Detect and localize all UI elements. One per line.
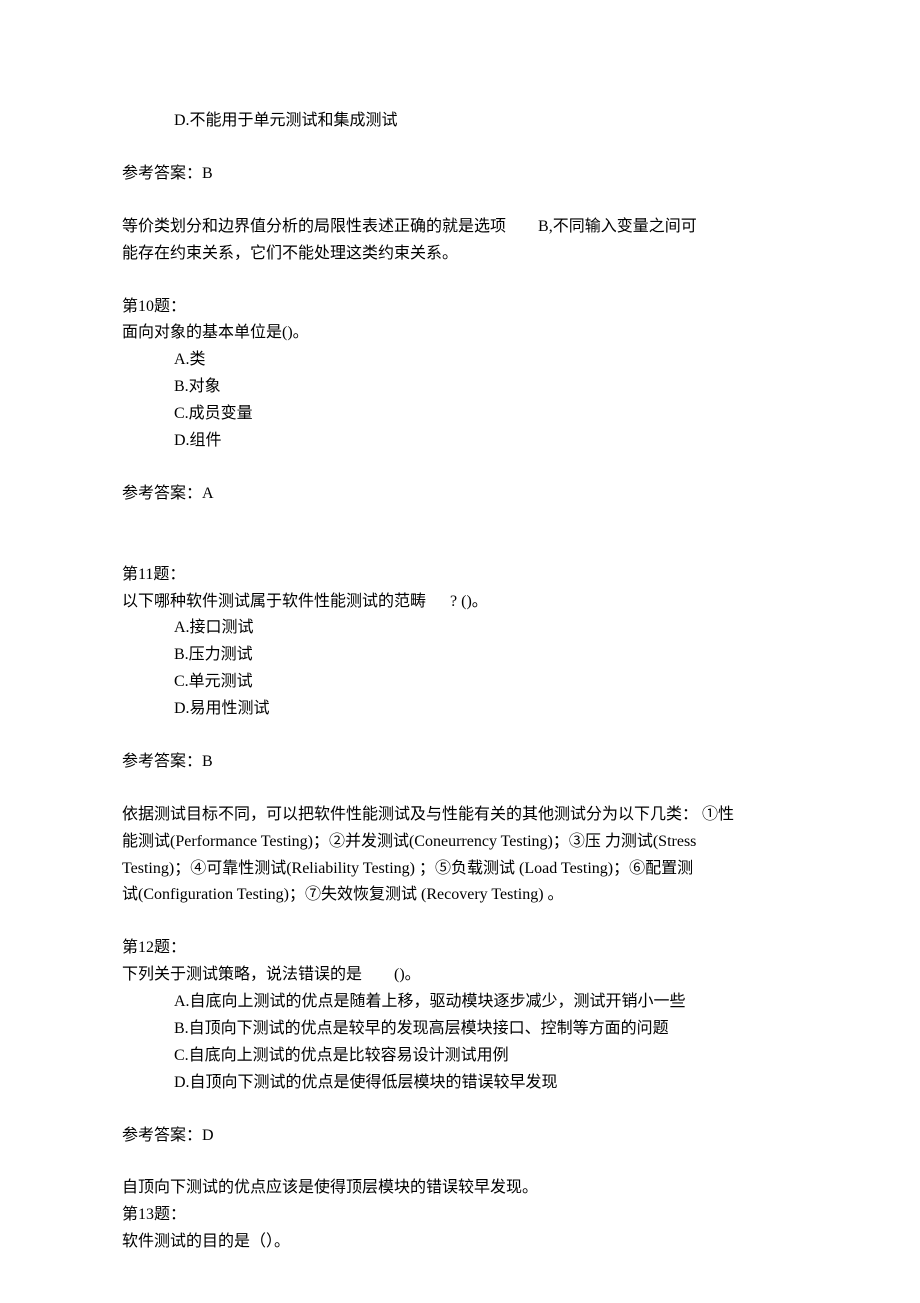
explanation-line: 能测试(Performance Testing)；②并发测试(Coneurren… [122,829,802,856]
question-stem: 面向对象的基本单位是()。 [122,320,802,347]
option-b: B.自顶向下测试的优点是较早的发现高层模块接口、控制等方面的问题 [122,1016,802,1043]
option-d: D.易用性测试 [122,696,802,723]
answer-line: 参考答案：B [122,161,802,188]
option-a: A.接口测试 [122,615,802,642]
option-a: A.类 [122,347,802,374]
stem-part-b: ? ()。 [450,593,488,610]
option-b: B.压力测试 [122,642,802,669]
option-d: D.自顶向下测试的优点是使得低层模块的错误较早发现 [122,1070,802,1097]
stem-part-a: 下列关于测试策略，说法错误的是 [122,966,362,983]
question-title: 第12题： [122,935,802,962]
answer-line: 参考答案：A [122,481,802,508]
stem-part-a: 以下哪种软件测试属于软件性能测试的范畴 [122,593,426,610]
option-d: D.不能用于单元测试和集成测试 [122,108,802,135]
option-d: D.组件 [122,428,802,455]
explanation-line: 依据测试目标不同，可以把软件性能测试及与性能有关的其他测试分为以下几类： ①性 [122,802,802,829]
question-stem: 软件测试的目的是（）。 [122,1229,802,1256]
question-title: 第11题： [122,562,802,589]
explanation-line: 能存在约束关系，它们不能处理这类约束关系。 [122,241,802,268]
option-b: B.对象 [122,374,802,401]
question-stem: 下列关于测试策略，说法错误的是 ()。 [122,962,802,989]
answer-line: 参考答案：D [122,1123,802,1150]
question-title: 第10题： [122,294,802,321]
option-c: C.成员变量 [122,401,802,428]
explanation-line: 试(Configuration Testing)；⑦失效恢复测试 (Recove… [122,882,802,909]
question-title: 第13题： [122,1202,802,1229]
explanation-line: 等价类划分和边界值分析的局限性表述正确的就是选项 B,不同输入变量之间可 [122,214,802,241]
explanation-line: Testing)；④可靠性测试(Reliability Testing) ；⑤负… [122,856,802,883]
option-c: C.自底向上测试的优点是比较容易设计测试用例 [122,1043,802,1070]
answer-line: 参考答案：B [122,749,802,776]
document-page: D.不能用于单元测试和集成测试 参考答案：B 等价类划分和边界值分析的局限性表述… [0,0,920,1303]
explanation-part-b: B,不同输入变量之间可 [538,218,697,235]
option-c: C.单元测试 [122,669,802,696]
explanation-line: 自顶向下测试的优点应该是使得顶层模块的错误较早发现。 [122,1175,802,1202]
option-a: A.自底向上测试的优点是随着上移，驱动模块逐步减少，测试开销小一些 [122,989,802,1016]
question-stem: 以下哪种软件测试属于软件性能测试的范畴 ? ()。 [122,589,802,616]
explanation-part-a: 等价类划分和边界值分析的局限性表述正确的就是选项 [122,218,506,235]
stem-part-b: ()。 [394,966,421,983]
